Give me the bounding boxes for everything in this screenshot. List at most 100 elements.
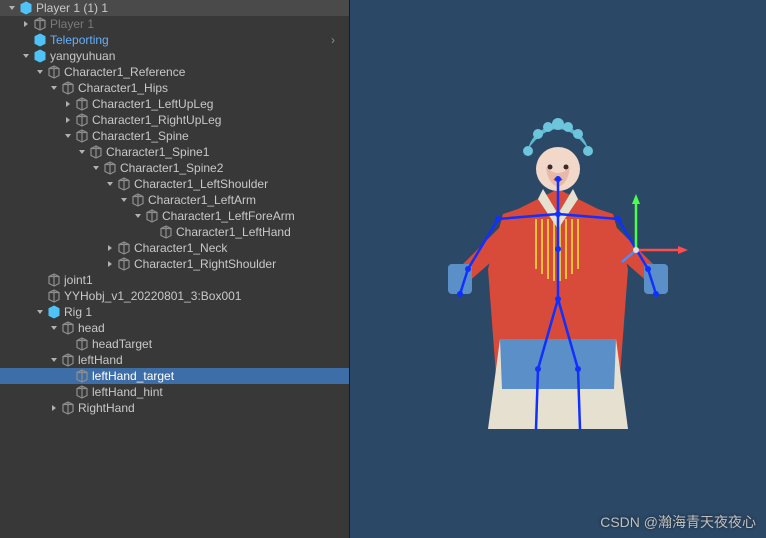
gameobject-cube-icon bbox=[60, 352, 76, 368]
hierarchy-row[interactable]: Character1_Spine1 bbox=[0, 144, 349, 160]
arrow-spacer bbox=[62, 338, 74, 350]
hierarchy-item-label: Character1_RightShoulder bbox=[134, 257, 341, 271]
gameobject-cube-icon bbox=[46, 288, 62, 304]
hierarchy-item-label: Character1_Reference bbox=[64, 65, 341, 79]
hierarchy-item-label: Player 1 (1) 1 bbox=[36, 1, 341, 15]
hierarchy-row[interactable]: Character1_Spine2 bbox=[0, 160, 349, 176]
hierarchy-item-label: Character1_Spine2 bbox=[120, 161, 341, 175]
expand-arrow-icon[interactable] bbox=[62, 114, 74, 126]
collapse-arrow-icon[interactable] bbox=[118, 194, 130, 206]
gameobject-cube-icon bbox=[60, 320, 76, 336]
collapse-arrow-icon[interactable] bbox=[90, 162, 102, 174]
collapse-arrow-icon[interactable] bbox=[62, 130, 74, 142]
hierarchy-row[interactable]: joint1 bbox=[0, 272, 349, 288]
expand-arrow-icon[interactable] bbox=[20, 18, 32, 30]
hierarchy-row[interactable]: Character1_Neck bbox=[0, 240, 349, 256]
hierarchy-row[interactable]: Character1_RightShoulder bbox=[0, 256, 349, 272]
hierarchy-row[interactable]: Character1_LeftArm bbox=[0, 192, 349, 208]
collapse-arrow-icon[interactable] bbox=[48, 354, 60, 366]
scene-viewport[interactable]: CSDN @瀚海青天夜夜心 bbox=[350, 0, 766, 538]
watermark-text: CSDN @瀚海青天夜夜心 bbox=[600, 512, 756, 532]
hierarchy-row[interactable]: headTarget bbox=[0, 336, 349, 352]
hierarchy-item-label: Character1_RightUpLeg bbox=[92, 113, 341, 127]
hierarchy-row[interactable]: Player 1 (1) 1 bbox=[0, 0, 349, 16]
hierarchy-item-label: leftHand_hint bbox=[92, 385, 341, 399]
gameobject-cube-icon bbox=[46, 272, 62, 288]
hierarchy-item-label: Character1_LeftArm bbox=[148, 193, 341, 207]
hierarchy-row[interactable]: head bbox=[0, 320, 349, 336]
prefab-cube-icon bbox=[32, 32, 48, 48]
gameobject-cube-icon bbox=[102, 160, 118, 176]
hierarchy-item-label: head bbox=[78, 321, 341, 335]
arrow-spacer bbox=[34, 274, 46, 286]
gameobject-cube-icon bbox=[144, 208, 160, 224]
prefab-cube-icon bbox=[18, 0, 34, 16]
hierarchy-item-label: Character1_Hips bbox=[78, 81, 341, 95]
hierarchy-item-label: Character1_LeftUpLeg bbox=[92, 97, 341, 111]
gameobject-cube-icon bbox=[74, 96, 90, 112]
hierarchy-row[interactable]: YYHobj_v1_20220801_3:Box001 bbox=[0, 288, 349, 304]
gameobject-cube-icon bbox=[74, 128, 90, 144]
hierarchy-row[interactable]: RightHand bbox=[0, 400, 349, 416]
gameobject-cube-icon bbox=[60, 400, 76, 416]
collapse-arrow-icon[interactable] bbox=[104, 178, 116, 190]
hierarchy-row[interactable]: leftHand_hint bbox=[0, 384, 349, 400]
hierarchy-row[interactable]: Character1_RightUpLeg bbox=[0, 112, 349, 128]
hierarchy-row[interactable]: Character1_LeftShoulder bbox=[0, 176, 349, 192]
hierarchy-item-label: yangyuhuan bbox=[50, 49, 341, 63]
hierarchy-item-label: Character1_LeftForeArm bbox=[162, 209, 341, 223]
hierarchy-item-label: Teleporting bbox=[50, 33, 325, 47]
collapse-arrow-icon[interactable] bbox=[48, 82, 60, 94]
gameobject-cube-icon bbox=[158, 224, 174, 240]
hierarchy-item-label: leftHand_target bbox=[92, 369, 341, 383]
hierarchy-row[interactable]: Character1_LeftUpLeg bbox=[0, 96, 349, 112]
expand-arrow-icon[interactable] bbox=[62, 98, 74, 110]
prefab-cube-icon bbox=[32, 48, 48, 64]
arrow-spacer bbox=[34, 290, 46, 302]
gameobject-cube-icon bbox=[74, 112, 90, 128]
gameobject-cube-icon bbox=[88, 144, 104, 160]
collapse-arrow-icon[interactable] bbox=[20, 50, 32, 62]
hierarchy-row[interactable]: Character1_LeftHand bbox=[0, 224, 349, 240]
hierarchy-panel[interactable]: Player 1 (1) 1Player 1Teleporting›yangyu… bbox=[0, 0, 350, 538]
collapse-arrow-icon[interactable] bbox=[34, 66, 46, 78]
hierarchy-row[interactable]: Character1_Hips bbox=[0, 80, 349, 96]
expand-arrow-icon[interactable] bbox=[48, 402, 60, 414]
gameobject-cube-icon bbox=[32, 16, 48, 32]
hierarchy-row[interactable]: Character1_LeftForeArm bbox=[0, 208, 349, 224]
hierarchy-item-label: leftHand bbox=[78, 353, 341, 367]
hierarchy-item-label: Character1_Spine1 bbox=[106, 145, 341, 159]
hierarchy-row[interactable]: leftHand bbox=[0, 352, 349, 368]
collapse-arrow-icon[interactable] bbox=[48, 322, 60, 334]
arrow-spacer bbox=[20, 34, 32, 46]
gameobject-cube-icon bbox=[74, 384, 90, 400]
hierarchy-row[interactable]: leftHand_target bbox=[0, 368, 349, 384]
hierarchy-row[interactable]: Rig 1 bbox=[0, 304, 349, 320]
hierarchy-row[interactable]: Character1_Reference bbox=[0, 64, 349, 80]
expand-arrow-icon[interactable] bbox=[104, 242, 116, 254]
arrow-spacer bbox=[62, 370, 74, 382]
hierarchy-row[interactable]: yangyuhuan bbox=[0, 48, 349, 64]
collapse-arrow-icon[interactable] bbox=[132, 210, 144, 222]
hierarchy-row[interactable]: Character1_Spine bbox=[0, 128, 349, 144]
collapse-arrow-icon[interactable] bbox=[6, 2, 18, 14]
arrow-spacer bbox=[146, 226, 158, 238]
chevron-right-icon[interactable]: › bbox=[325, 33, 341, 47]
hierarchy-row[interactable]: Teleporting› bbox=[0, 32, 349, 48]
hierarchy-item-label: Character1_LeftShoulder bbox=[134, 177, 341, 191]
prefab-cube-icon bbox=[46, 304, 62, 320]
hierarchy-item-label: YYHobj_v1_20220801_3:Box001 bbox=[64, 289, 341, 303]
hierarchy-item-label: Rig 1 bbox=[64, 305, 341, 319]
expand-arrow-icon[interactable] bbox=[104, 258, 116, 270]
collapse-arrow-icon[interactable] bbox=[34, 306, 46, 318]
collapse-arrow-icon[interactable] bbox=[76, 146, 88, 158]
gameobject-cube-icon bbox=[130, 192, 146, 208]
hierarchy-item-label: Character1_Neck bbox=[134, 241, 341, 255]
hierarchy-row[interactable]: Player 1 bbox=[0, 16, 349, 32]
gameobject-cube-icon bbox=[116, 176, 132, 192]
gameobject-cube-icon bbox=[60, 80, 76, 96]
hierarchy-item-label: Player 1 bbox=[50, 17, 341, 31]
transform-gizmo[interactable] bbox=[616, 190, 696, 270]
hierarchy-item-label: RightHand bbox=[78, 401, 341, 415]
arrow-spacer bbox=[62, 386, 74, 398]
